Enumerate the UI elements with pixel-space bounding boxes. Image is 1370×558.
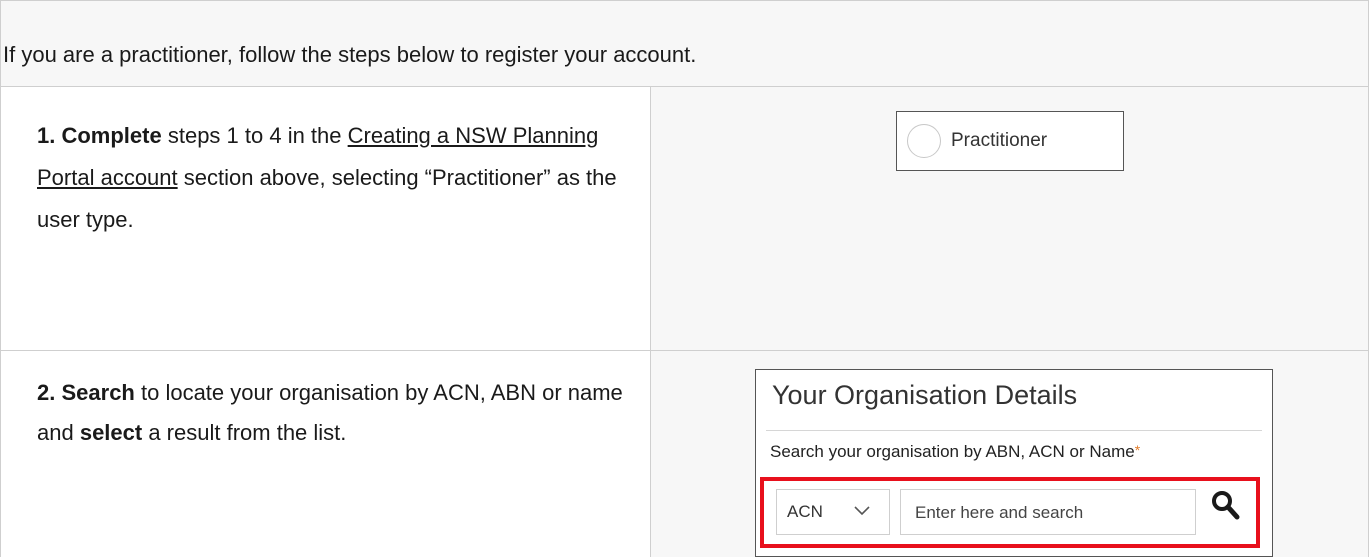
step-2-number: 2. bbox=[37, 380, 56, 405]
organisation-details-panel: Your Organisation Details Search your or… bbox=[755, 369, 1273, 557]
search-type-value: ACN bbox=[787, 502, 823, 521]
chevron-down-icon bbox=[854, 506, 870, 516]
step-2-text-cell: 2. Search to locate your organisation by… bbox=[1, 351, 651, 557]
step-1-number: 1. bbox=[37, 123, 56, 148]
step-2-keyword: Search bbox=[61, 380, 135, 405]
step-1-illustration-cell: Practitioner bbox=[651, 87, 1368, 350]
step-2-illustration-cell: Your Organisation Details Search your or… bbox=[651, 351, 1368, 557]
intro-text: If you are a practitioner, follow the st… bbox=[3, 42, 697, 67]
step-1-text-before-link: steps 1 to 4 in the bbox=[161, 123, 348, 148]
step-2-text-after-select: a result from the list. bbox=[142, 420, 347, 445]
organisation-search-label: Search your organisation by ABN, ACN or … bbox=[770, 442, 1140, 462]
step-row-2: 2. Search to locate your organisation by… bbox=[1, 351, 1368, 557]
organisation-search-label-text: Search your organisation by ABN, ACN or … bbox=[770, 442, 1135, 461]
step-2-keyword-select: select bbox=[79, 420, 143, 445]
step-2-instruction: 2. Search to locate your organisation by… bbox=[37, 373, 637, 453]
required-marker: * bbox=[1134, 442, 1141, 458]
practitioner-option[interactable]: Practitioner bbox=[896, 111, 1124, 171]
step-1-text-cell: 1. Complete steps 1 to 4 in the Creating… bbox=[1, 87, 651, 350]
organisation-search-input[interactable]: Enter here and search bbox=[900, 489, 1196, 535]
panel-divider bbox=[766, 430, 1262, 431]
search-input-placeholder: Enter here and search bbox=[915, 503, 1084, 522]
organisation-details-title: Your Organisation Details bbox=[772, 380, 1078, 410]
practitioner-label: Practitioner bbox=[951, 130, 1048, 151]
step-1-instruction: 1. Complete steps 1 to 4 in the Creating… bbox=[37, 115, 637, 241]
search-type-select[interactable]: ACN bbox=[776, 489, 890, 535]
steps-table: If you are a practitioner, follow the st… bbox=[0, 0, 1369, 557]
practitioner-radio[interactable] bbox=[907, 124, 941, 158]
search-icon[interactable] bbox=[1210, 489, 1240, 521]
search-controls-highlight: ACN Enter here and search bbox=[760, 477, 1260, 548]
step-1-keyword: Complete bbox=[61, 123, 162, 148]
step-row-1: 1. Complete steps 1 to 4 in the Creating… bbox=[1, 87, 1368, 351]
intro-row: If you are a practitioner, follow the st… bbox=[1, 1, 1368, 87]
